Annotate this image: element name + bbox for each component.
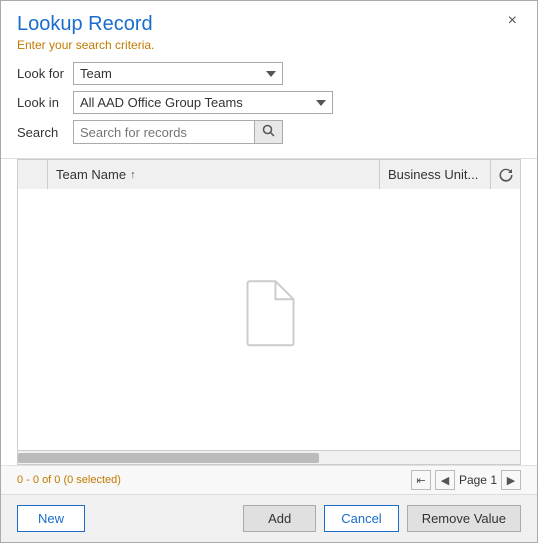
business-unit-col-header[interactable]: Business Unit... xyxy=(380,160,490,189)
header-text: Lookup Record Enter your search criteria… xyxy=(17,13,154,52)
empty-state-icon xyxy=(242,279,297,347)
dialog-subtitle: Enter your search criteria. xyxy=(17,38,154,52)
look-for-label: Look for xyxy=(17,66,73,81)
dialog-title: Lookup Record xyxy=(17,13,154,36)
status-text: 0 - 0 of 0 (0 selected) xyxy=(17,474,121,486)
page-label: Page 1 xyxy=(459,473,497,487)
look-in-row: Look in All AAD Office Group Teams xyxy=(17,91,521,114)
team-name-col-header[interactable]: Team Name ↑ xyxy=(48,160,380,189)
prev-page-button[interactable]: ◀ xyxy=(435,470,455,490)
form-area: Look for Team Look in All AAD Office Gro… xyxy=(1,56,537,158)
table-area: Team Name ↑ Business Unit... xyxy=(17,159,521,465)
lookup-dialog: Lookup Record Enter your search criteria… xyxy=(0,0,538,543)
table-body xyxy=(17,189,521,451)
look-for-select[interactable]: Team xyxy=(73,62,283,85)
refresh-icon xyxy=(499,168,513,182)
search-input[interactable] xyxy=(74,121,254,143)
remove-value-button[interactable]: Remove Value xyxy=(407,505,521,532)
cancel-button[interactable]: Cancel xyxy=(324,505,398,532)
dialog-header: Lookup Record Enter your search criteria… xyxy=(1,1,537,56)
sort-asc-icon: ↑ xyxy=(130,169,136,181)
look-for-row: Look for Team xyxy=(17,62,521,85)
search-row: Search xyxy=(17,120,521,144)
footer: New Add Cancel Remove Value xyxy=(1,494,537,542)
new-button[interactable]: New xyxy=(17,505,85,532)
horizontal-scrollbar[interactable] xyxy=(17,451,521,465)
refresh-button[interactable] xyxy=(490,160,520,189)
add-button[interactable]: Add xyxy=(243,505,316,532)
first-page-button[interactable]: ⇤ xyxy=(411,470,431,490)
look-in-label: Look in xyxy=(17,95,73,110)
look-in-select[interactable]: All AAD Office Group Teams xyxy=(73,91,333,114)
search-icon xyxy=(262,124,275,137)
next-page-button[interactable]: ▶ xyxy=(501,470,521,490)
hscroll-thumb xyxy=(18,453,319,463)
table-header: Team Name ↑ Business Unit... xyxy=(17,159,521,189)
status-bar: 0 - 0 of 0 (0 selected) ⇤ ◀ Page 1 ▶ xyxy=(1,465,537,494)
team-name-col-label: Team Name xyxy=(56,167,126,182)
checkbox-col-header xyxy=(18,160,48,189)
footer-left: New xyxy=(17,505,235,532)
pagination: ⇤ ◀ Page 1 ▶ xyxy=(411,470,521,490)
search-button[interactable] xyxy=(254,121,282,143)
search-input-wrap xyxy=(73,120,283,144)
close-button[interactable]: × xyxy=(504,13,521,29)
search-label: Search xyxy=(17,125,73,140)
